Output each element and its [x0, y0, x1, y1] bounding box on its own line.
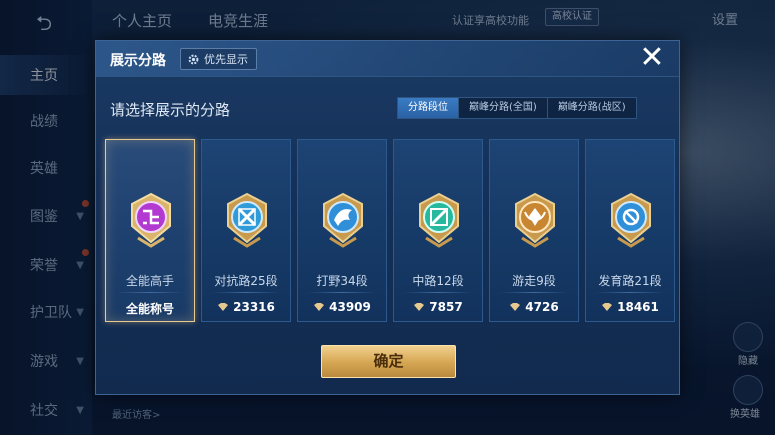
jungle-emblem-icon [323, 192, 363, 248]
lane-type-tabs: 分路段位 巅峰分路(全国) 巅峰分路(战区) [397, 97, 637, 119]
lane-card-value: 18461 [586, 300, 674, 314]
lane-card-all-round[interactable]: 全能高手 全能称号 [105, 139, 195, 322]
priority-display-label: 优先显示 [204, 53, 248, 66]
rank-points-icon [414, 303, 425, 311]
lane-card-clash[interactable]: 对抗路25段 23316 [201, 139, 291, 322]
lane-card-label: 游走9段 [512, 274, 556, 288]
clash-lane-emblem-icon [227, 192, 267, 248]
lane-card-label: 对抗路25段 [214, 274, 278, 288]
farm-lane-emblem-icon [611, 192, 651, 248]
card-divider [116, 292, 184, 293]
card-divider [308, 292, 376, 293]
lane-card-value-text: 23316 [233, 300, 275, 314]
selection-prompt: 请选择展示的分路 [110, 101, 231, 119]
close-icon[interactable]: ✕ [637, 43, 667, 73]
lane-card-label: 全能高手 [125, 274, 174, 288]
lane-card-value-text: 4726 [525, 300, 559, 314]
lane-card-value: 全能称号 [106, 300, 194, 317]
dialog-title: 展示分路 [110, 53, 166, 69]
lane-card-jungle[interactable]: 打野34段 43909 [297, 139, 387, 322]
lane-card-value-text: 7857 [429, 300, 463, 314]
lane-card-farm[interactable]: 发育路21段 18461 [585, 139, 675, 322]
rank-points-icon [510, 303, 521, 311]
lane-card-value-text: 18461 [617, 300, 659, 314]
roam-emblem-icon [515, 192, 555, 248]
lane-card-value: 4726 [490, 300, 578, 314]
lane-card-mid[interactable]: 中路12段 7857 [393, 139, 483, 322]
lane-card-value: 23316 [202, 300, 290, 314]
confirm-button[interactable]: 确定 [321, 345, 456, 378]
dialog-header: 展示分路 优先显示 ✕ [96, 41, 679, 77]
lane-card-value: 7857 [394, 300, 482, 314]
lane-card-roam[interactable]: 游走9段 4726 [489, 139, 579, 322]
gear-icon [188, 54, 199, 64]
card-divider [404, 292, 472, 293]
tab-lane-rank[interactable]: 分路段位 [398, 98, 459, 118]
tab-peak-national[interactable]: 巅峰分路(全国) [459, 98, 548, 118]
card-divider [500, 292, 568, 293]
mid-lane-emblem-icon [419, 192, 459, 248]
rank-points-icon [218, 303, 229, 311]
priority-display-button[interactable]: 优先显示 [180, 48, 257, 70]
all-round-emblem-icon [131, 192, 171, 248]
lane-card-list: 全能高手 全能称号 对抗路25段 23316 打野34段 43909 中路12段… [105, 139, 675, 322]
card-divider [212, 292, 280, 293]
lane-display-dialog: 展示分路 优先显示 ✕ 请选择展示的分路 分路段位 巅峰分路(全国) 巅峰分路(… [95, 40, 680, 395]
lane-card-value-text: 43909 [329, 300, 371, 314]
lane-card-value: 43909 [298, 300, 386, 314]
tab-peak-region[interactable]: 巅峰分路(战区) [548, 98, 636, 118]
rank-points-icon [602, 303, 613, 311]
lane-card-label: 发育路21段 [598, 274, 662, 288]
lane-card-label: 中路12段 [412, 274, 464, 288]
lane-card-label: 打野34段 [316, 274, 368, 288]
lane-card-value-text: 全能称号 [125, 302, 174, 316]
rank-points-icon [314, 303, 325, 311]
card-divider [596, 292, 664, 293]
